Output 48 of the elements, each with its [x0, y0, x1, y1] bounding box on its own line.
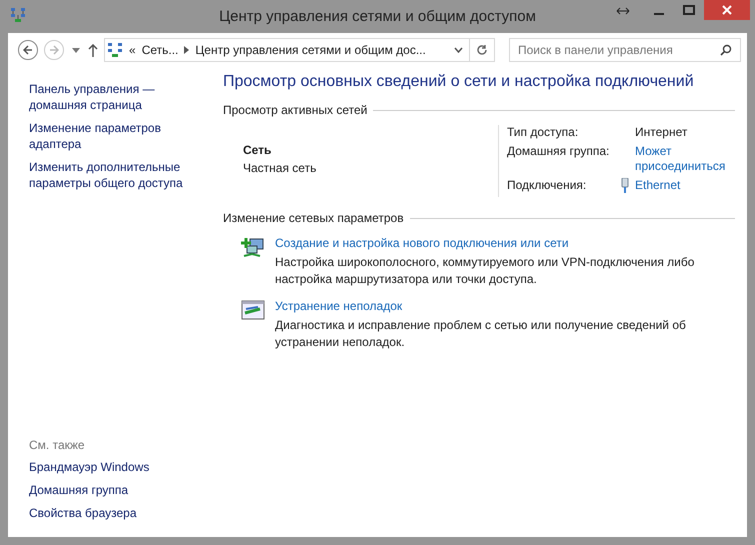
property-label: Подключения:: [507, 178, 588, 193]
breadcrumb-overflow[interactable]: «: [129, 43, 136, 57]
see-also-link[interactable]: Брандмауэр Windows: [29, 459, 214, 475]
refresh-button[interactable]: [469, 38, 495, 62]
see-also-link[interactable]: Домашняя группа: [29, 482, 214, 498]
new-connection-icon: [241, 237, 265, 259]
property-label: Тип доступа:: [507, 125, 580, 140]
page-heading: Просмотр основных сведений о сети и настройка подключений: [223, 73, 695, 91]
window-title: Центр управления сетями и общим доступом: [219, 8, 536, 25]
dropdown-chevron-icon[interactable]: [454, 47, 463, 53]
property-label: Домашняя группа:: [507, 144, 610, 160]
task-link[interactable]: Устранение неполадок: [275, 298, 695, 315]
task-link[interactable]: Создание и настройка нового подключения или сети: [275, 235, 695, 252]
ethernet-cable-icon: [621, 178, 629, 193]
back-button[interactable]: [18, 40, 38, 60]
section-title: Просмотр активных сетей: [223, 103, 368, 117]
see-also-heading: См. также: [29, 438, 86, 452]
breadcrumb-item[interactable]: Центр управления сетями и общим дос...: [195, 43, 426, 57]
resize-icon: [616, 7, 630, 15]
dropdown-caret-icon[interactable]: [72, 48, 80, 52]
back-arrow-icon: [23, 45, 33, 55]
network-type: Частная сеть: [243, 160, 318, 177]
up-arrow-icon[interactable]: [88, 44, 98, 56]
section-title: Изменение сетевых параметров: [223, 211, 404, 225]
connection-link[interactable]: Ethernet: [635, 178, 680, 193]
troubleshooter-icon: [241, 300, 265, 320]
sidebar-link[interactable]: Изменить дополнительные параметры общего доступа: [29, 159, 199, 191]
property-value: Интернет: [635, 125, 688, 140]
close-icon: [722, 5, 732, 15]
network-icon: [107, 42, 123, 58]
breadcrumb-item[interactable]: Сеть...: [142, 43, 178, 57]
task-description: Диагностика и исправление проблем с сетью или получение сведений об устранении неполадок.: [275, 317, 687, 351]
address-bar[interactable]: « Сеть... Центр управления сетями и общим дос...: [104, 38, 470, 62]
network-name: Сеть: [243, 142, 272, 159]
refresh-icon: [476, 44, 488, 56]
forward-arrow-icon: [49, 45, 59, 55]
task-description: Настройка широкополосного, коммутируемого или VPN-подключения либо настройка маршрутизатора или точки доступа.: [275, 254, 695, 288]
close-button[interactable]: [704, 0, 750, 20]
search-field[interactable]: Поиск в панели управления: [509, 38, 741, 62]
sidebar-link[interactable]: Изменение параметров адаптера: [29, 120, 199, 152]
see-also-link[interactable]: Свойства браузера: [29, 505, 214, 521]
minimize-icon: [654, 13, 664, 15]
homegroup-link[interactable]: Может присоединиться: [635, 144, 735, 174]
sidebar-link[interactable]: Панель управления — домашняя страница: [29, 81, 199, 113]
maximize-icon: [683, 5, 695, 15]
chevron-icon[interactable]: [184, 46, 190, 54]
network-icon: [10, 7, 26, 23]
search-icon: [720, 44, 732, 56]
